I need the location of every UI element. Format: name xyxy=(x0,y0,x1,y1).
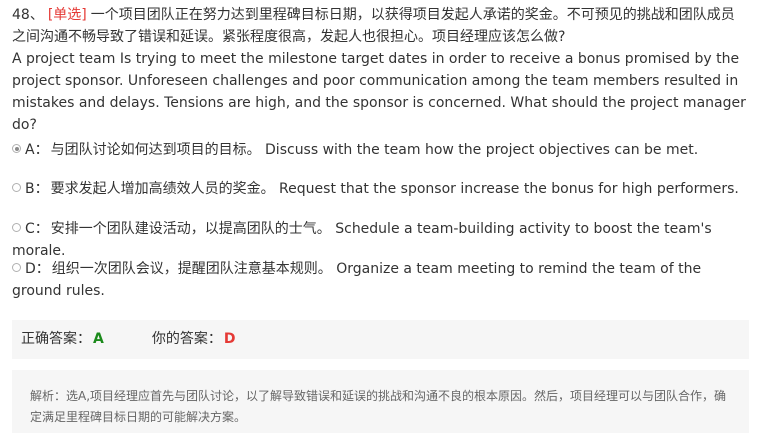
explanation-text: 解析：选A,项目经理应首先与团队讨论，以了解导致错误和延误的挑战和沟通不良的根本… xyxy=(30,389,727,424)
your-answer-label: 你的答案： xyxy=(151,331,222,347)
your-answer-value: D xyxy=(223,331,236,347)
radio-unchecked-icon[interactable] xyxy=(12,183,21,192)
correct-answer-label: 正确答案： xyxy=(21,331,91,347)
option-text: 安排一个团队建设活动，以提高团队的士气。 Schedule a team-bui… xyxy=(12,221,712,259)
question-number: 48、 xyxy=(12,7,44,23)
correct-answer-value: A xyxy=(93,331,104,347)
question-text-cn: 一个项目团队正在努力达到里程碑目标日期，以获得项目发起人承诺的奖金。不可预见的挑… xyxy=(12,7,735,45)
option-d[interactable]: D： 组织一次团队会议，提醒团队注意基本规则。 Organize a team m… xyxy=(12,258,748,302)
radio-unchecked-icon[interactable] xyxy=(12,223,21,232)
option-a[interactable]: A： 与团队讨论如何达到项目的目标。 Discuss with the team … xyxy=(12,139,748,161)
question-text-en: A project team Is trying to meet the mil… xyxy=(12,51,746,133)
option-key: A： xyxy=(25,142,49,158)
option-key: B： xyxy=(25,181,49,197)
question-block: 48、 [单选] 一个项目团队正在努力达到里程碑目标日期，以获得项目发起人承诺的奖金… xyxy=(12,4,748,136)
answer-summary: 正确答案： A 你的答案： D xyxy=(12,320,749,359)
option-c[interactable]: C： 安排一个团队建设活动，以提高团队的士气。 Schedule a team-b… xyxy=(12,218,748,262)
option-key: C： xyxy=(25,221,49,237)
option-b[interactable]: B： 要求发起人增加高绩效人员的奖金。 Request that the spon… xyxy=(12,178,748,200)
radio-unchecked-icon[interactable] xyxy=(12,263,21,272)
question-type-tag: [单选] xyxy=(47,7,87,23)
explanation-panel: 解析：选A,项目经理应首先与团队讨论，以了解导致错误和延误的挑战和沟通不良的根本… xyxy=(12,370,749,433)
option-text: 组织一次团队会议，提醒团队注意基本规则。 Organize a team mee… xyxy=(12,261,702,299)
radio-checked-icon[interactable] xyxy=(12,144,21,153)
option-key: D： xyxy=(25,261,50,277)
option-text: 与团队讨论如何达到项目的目标。 Discuss with the team ho… xyxy=(50,142,699,158)
option-text: 要求发起人增加高绩效人员的奖金。 Request that the sponso… xyxy=(50,181,739,197)
